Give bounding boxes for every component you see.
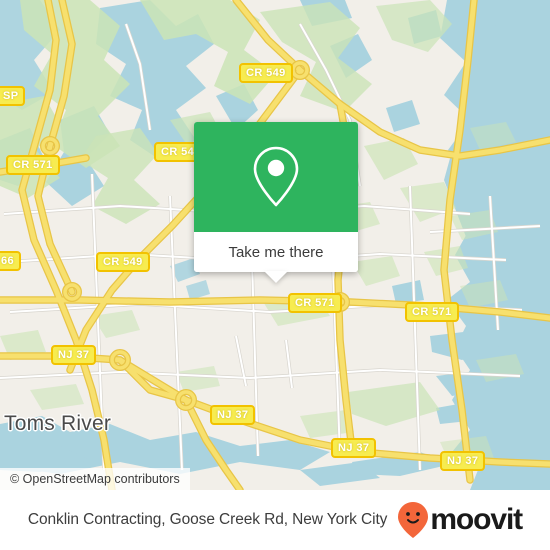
take-me-there-button[interactable]: Take me there [194, 232, 358, 272]
bottom-caption-bar: Conklin Contracting, Goose Creek Rd, New… [0, 490, 550, 550]
road-shield: CR 571 [405, 302, 459, 322]
moovit-logo[interactable]: moovit [397, 501, 523, 539]
moovit-smiley-pin-icon [398, 502, 429, 538]
road-shield: NJ 37 [51, 345, 97, 365]
road-shield: CR 571 [288, 293, 342, 313]
road-shield: NJ 37 [440, 451, 486, 471]
location-popup[interactable]: Take me there [194, 122, 358, 283]
road-shield: SP [0, 86, 26, 106]
road-shield: NJ 37 [331, 438, 377, 458]
osm-attribution[interactable]: © OpenStreetMap contributors [0, 468, 190, 490]
road-shield: CR 549 [239, 63, 293, 83]
road-shield: 66 [0, 251, 22, 271]
moovit-wordmark: moovit [430, 503, 523, 536]
moovit-map-screenshot: SP CR 549 CR 571 CR 54 66 CR 549 CR 571 … [0, 0, 550, 550]
place-label-toms-river: Toms River [4, 412, 112, 435]
road-shield: CR 571 [6, 155, 60, 175]
road-shield: CR 549 [96, 252, 150, 272]
popup-image-placeholder [194, 122, 358, 232]
map-canvas[interactable]: SP CR 549 CR 571 CR 54 66 CR 549 CR 571 … [0, 0, 550, 490]
location-caption: Conklin Contracting, Goose Creek Rd, New… [27, 511, 388, 528]
map-pin-icon [253, 146, 299, 207]
road-shield: NJ 37 [210, 405, 256, 425]
take-me-there-label: Take me there [228, 243, 324, 261]
popup-tail-pointer [264, 271, 288, 283]
